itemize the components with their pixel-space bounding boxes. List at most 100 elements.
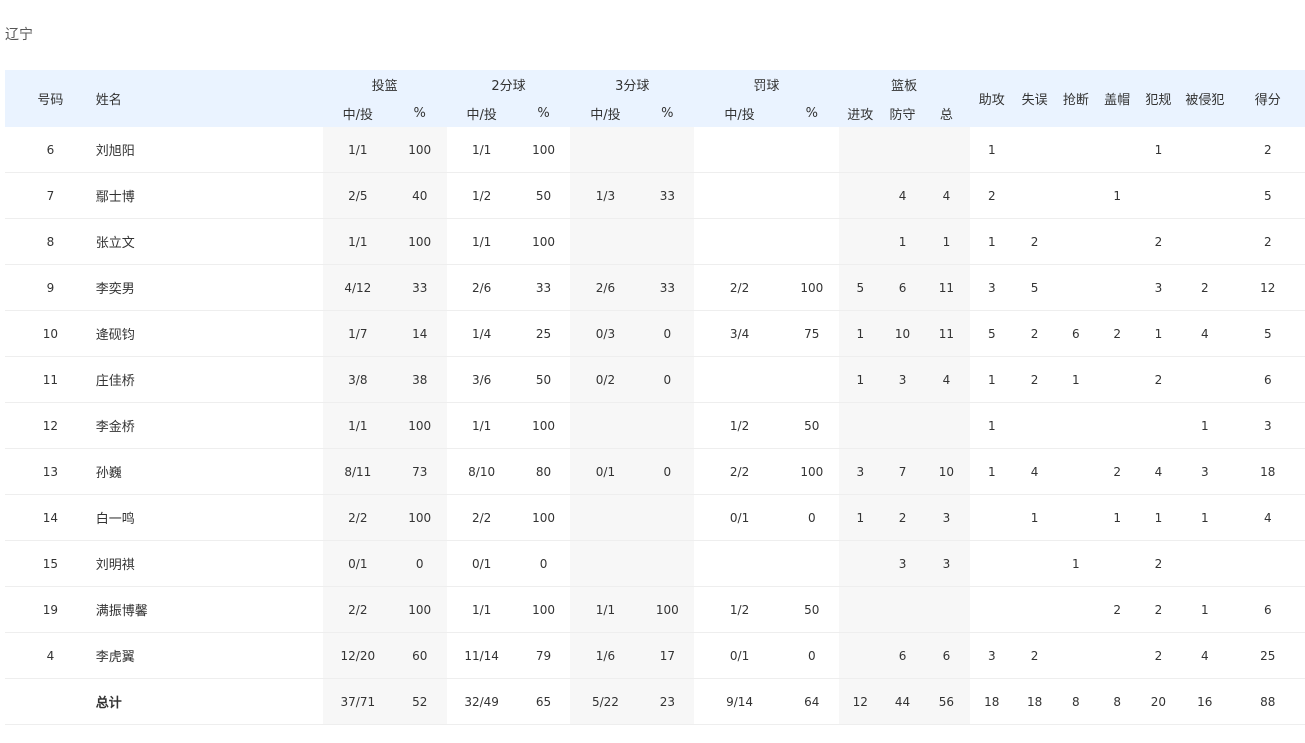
offensive-reb-cell: 1 <box>838 494 882 541</box>
fouled-cell: 3 <box>1179 448 1231 495</box>
two-made-att-cell: 1/1 <box>446 127 517 173</box>
ft-pct-cell: 75 <box>784 310 839 357</box>
two-pct-cell: 50 <box>516 356 571 403</box>
table-row: 10 逄砚钧 1/7 14 1/4 25 0/3 0 3/4 75 1 10 11 5 2 6 2 1 4 5 <box>5 310 1305 357</box>
three-pct-cell <box>640 218 695 265</box>
ft-pct-cell: 100 <box>784 264 839 311</box>
total-reb-cell: 56 <box>923 678 970 725</box>
points-cell: 2 <box>1230 127 1305 173</box>
steals-cell <box>1055 218 1097 265</box>
defensive-reb-cell <box>881 402 924 449</box>
ft-made-att-cell: 0/1 <box>694 632 785 679</box>
blocks-cell <box>1096 264 1138 311</box>
ft-made-att-cell: 3/4 <box>694 310 785 357</box>
header-steals: 抢断 <box>1055 70 1097 127</box>
fouled-cell: 4 <box>1179 632 1231 679</box>
total-reb-cell: 3 <box>923 540 970 587</box>
fouled-cell: 16 <box>1179 678 1231 725</box>
fouled-cell: 4 <box>1179 310 1231 357</box>
ft-made-att-cell <box>694 540 785 587</box>
turnovers-cell: 2 <box>1013 632 1056 679</box>
fouls-cell: 2 <box>1137 586 1180 633</box>
table-row: 14 白一鸣 2/2 100 2/2 100 0/1 0 1 2 3 1 1 1 1 4 <box>5 494 1305 541</box>
assists-cell: 1 <box>969 127 1014 173</box>
player-number-cell: 19 <box>5 586 96 633</box>
fg-pct-cell: 38 <box>392 356 447 403</box>
three-made-att-cell <box>570 218 641 265</box>
steals-cell: 1 <box>1055 540 1097 587</box>
header-assists: 助攻 <box>969 70 1014 127</box>
player-number-cell: 9 <box>5 264 96 311</box>
offensive-reb-cell <box>838 127 882 173</box>
ft-made-att-cell: 1/2 <box>694 402 785 449</box>
player-number-cell: 4 <box>5 632 96 679</box>
fg-pct-cell: 100 <box>392 127 447 173</box>
defensive-reb-cell: 1 <box>881 218 924 265</box>
fg-made-att-cell: 3/8 <box>322 356 393 403</box>
three-made-att-cell: 0/1 <box>570 448 641 495</box>
fouled-cell <box>1179 172 1231 219</box>
fg-made-att-cell: 2/2 <box>322 586 393 633</box>
three-made-att-cell: 1/1 <box>570 586 641 633</box>
three-made-att-cell <box>570 540 641 587</box>
player-number-cell: 14 <box>5 494 96 541</box>
turnovers-cell: 18 <box>1013 678 1056 725</box>
player-number-cell: 10 <box>5 310 96 357</box>
blocks-cell <box>1096 218 1138 265</box>
offensive-reb-cell: 1 <box>838 356 882 403</box>
fouls-cell: 4 <box>1137 448 1180 495</box>
ft-pct-cell <box>784 540 839 587</box>
defensive-reb-cell: 6 <box>881 632 924 679</box>
total-reb-cell: 1 <box>923 218 970 265</box>
total-reb-cell <box>923 586 970 633</box>
header-name: 姓名 <box>95 70 323 127</box>
three-pct-cell: 23 <box>640 678 695 725</box>
player-number-cell: 13 <box>5 448 96 495</box>
ft-made-att-cell <box>694 218 785 265</box>
assists-cell <box>969 540 1014 587</box>
fg-pct-cell: 100 <box>392 586 447 633</box>
fg-pct-cell: 33 <box>392 264 447 311</box>
player-name-cell: 李虎翼 <box>95 632 323 679</box>
header-fouls: 犯规 <box>1137 70 1180 127</box>
two-pct-cell: 50 <box>516 172 571 219</box>
ft-pct-cell: 64 <box>784 678 839 725</box>
table-row: 9 李奕男 4/12 33 2/6 33 2/6 33 2/2 100 5 6 11 3 5 3 2 12 <box>5 264 1305 311</box>
fouls-cell: 1 <box>1137 494 1180 541</box>
assists-cell: 1 <box>969 448 1014 495</box>
header-number: 号码 <box>5 70 96 127</box>
two-pct-cell: 100 <box>516 127 571 173</box>
offensive-reb-cell: 5 <box>838 264 882 311</box>
fg-pct-cell: 73 <box>392 448 447 495</box>
two-made-att-cell: 32/49 <box>446 678 517 725</box>
fg-made-att-cell: 12/20 <box>322 632 393 679</box>
turnovers-cell <box>1013 172 1056 219</box>
player-name-cell: 刘旭阳 <box>95 127 323 173</box>
header-blocks: 盖帽 <box>1096 70 1138 127</box>
offensive-reb-cell: 12 <box>838 678 882 725</box>
fouls-cell: 3 <box>1137 264 1180 311</box>
points-cell: 2 <box>1230 218 1305 265</box>
fg-made-att-cell: 1/1 <box>322 127 393 173</box>
blocks-cell <box>1096 356 1138 403</box>
three-pct-cell: 33 <box>640 172 695 219</box>
two-pct-cell: 79 <box>516 632 571 679</box>
turnovers-cell: 5 <box>1013 264 1056 311</box>
points-cell: 6 <box>1230 586 1305 633</box>
player-name-cell: 刘明祺 <box>95 540 323 587</box>
ft-pct-cell: 0 <box>784 494 839 541</box>
three-pct-cell <box>640 540 695 587</box>
fg-made-att-cell: 37/71 <box>322 678 393 725</box>
points-cell <box>1230 540 1305 587</box>
assists-cell: 1 <box>969 356 1014 403</box>
points-cell: 12 <box>1230 264 1305 311</box>
three-made-att-cell: 1/6 <box>570 632 641 679</box>
offensive-reb-cell: 1 <box>838 310 882 357</box>
player-name-cell: 逄砚钧 <box>95 310 323 357</box>
fouls-cell: 1 <box>1137 127 1180 173</box>
ft-pct-cell <box>784 172 839 219</box>
player-name-cell: 李奕男 <box>95 264 323 311</box>
fouls-cell: 2 <box>1137 632 1180 679</box>
blocks-cell <box>1096 402 1138 449</box>
ft-pct-cell: 100 <box>784 448 839 495</box>
